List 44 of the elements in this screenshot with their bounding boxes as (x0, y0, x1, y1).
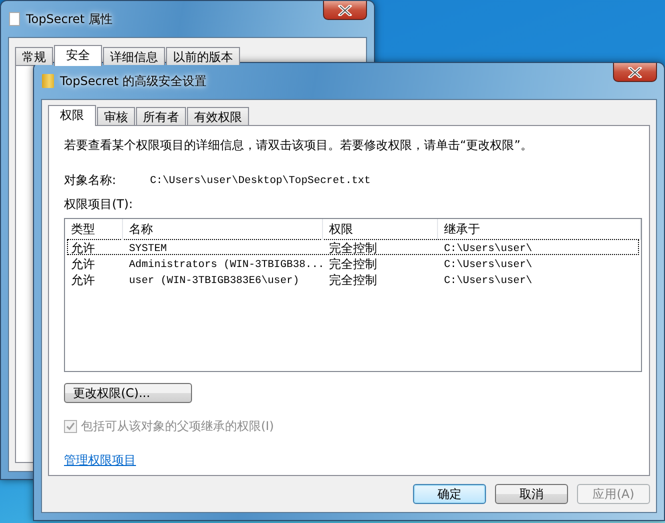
window-title: TopSecret 属性 (26, 10, 112, 28)
table-cell-text: C:\Users\user\ (443, 242, 534, 254)
tab[interactable]: 安全 (54, 45, 102, 66)
column-header[interactable]: 继承于 (438, 219, 641, 240)
column-header[interactable]: 类型 (65, 219, 123, 240)
table-cell-text: 允许 (70, 272, 96, 289)
table-cell-text: Administrators (WIN-3TBIGB38... (128, 258, 326, 270)
tab[interactable]: 所有者 (136, 107, 186, 125)
folder-icon (42, 74, 54, 88)
table-cell-text: C:\Users\user\ (443, 274, 534, 286)
object-name-label: 对象名称: (64, 172, 118, 189)
table-row[interactable]: 允许 user (WIN-3TBIGB383E6\user) 完全控制 C:\Users\user\ (67, 271, 639, 287)
table-cell-text: SYSTEM (128, 242, 168, 254)
table-cell-text: user (WIN-3TBIGB383E6\user) (128, 274, 300, 286)
tab[interactable]: 审核 (97, 107, 135, 125)
column-header[interactable]: 权限 (323, 219, 438, 240)
window-title: TopSecret 的高级安全设置 (60, 72, 206, 90)
tab[interactable]: 有效权限 (187, 107, 249, 125)
manage-permissions-link[interactable]: 管理权限项目 (64, 452, 136, 469)
entries-label: 权限项目(T): (64, 196, 134, 213)
table-cell-text: 完全控制 (328, 256, 378, 273)
close-button[interactable] (323, 1, 367, 20)
tab[interactable]: 权限 (48, 105, 96, 126)
close-icon (338, 4, 352, 16)
table-row[interactable]: 允许 Administrators (WIN-3TBIGB38... 完全控制 C:\Users\user\ (67, 255, 639, 271)
checkbox-label: 包括可从该对象的父项继承的权限(I) (81, 418, 274, 435)
document-icon (9, 12, 20, 26)
table-cell-text: C:\Users\user\ (443, 258, 534, 270)
table-cell-text: 完全控制 (328, 272, 378, 289)
column-header[interactable]: 名称 (123, 219, 323, 240)
dialog-button[interactable]: 确定 (413, 484, 486, 504)
description-text: 若要查看某个权限项目的详细信息，请双击该项目。若要修改权限，请单击“更改权限”。 (64, 137, 534, 154)
object-name-value: C:\Users\user\Desktop\TopSecret.txt (150, 174, 371, 186)
table-cell-text: 允许 (70, 240, 96, 257)
tab[interactable]: 详细信息 (103, 47, 165, 65)
close-icon (628, 66, 642, 78)
table-cell-text: 允许 (70, 256, 96, 273)
tab[interactable]: 以前的版本 (166, 47, 240, 65)
tab[interactable]: 常规 (15, 47, 53, 65)
close-button[interactable] (613, 63, 657, 82)
table-row[interactable]: 允许 SYSTEM 完全控制 C:\Users\user\ (67, 239, 639, 255)
table-cell-text: 完全控制 (328, 240, 378, 257)
dialog-button[interactable]: 取消 (495, 484, 568, 504)
change-permissions-button[interactable]: 更改权限(C)... (64, 383, 192, 403)
